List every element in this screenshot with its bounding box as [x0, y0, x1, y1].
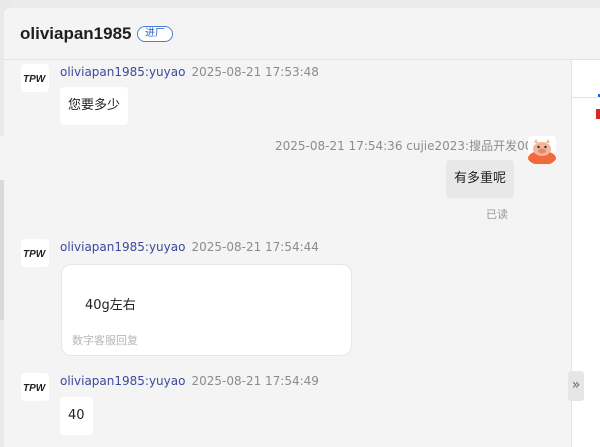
- svg-text:TPW: TPW: [23, 249, 47, 260]
- sender-name[interactable]: oliviapan1985:yuyao: [60, 65, 185, 79]
- outgoing-message-meta: 2025-08-21 17:54:36 cujie2023:搜品开发007: [275, 139, 541, 153]
- message-meta: oliviapan1985:yuyao 2025-08-21 17:54:49: [60, 374, 319, 388]
- tpw-logo-icon[interactable]: TPW: [21, 64, 49, 92]
- double-chevron-right-icon[interactable]: »: [568, 371, 584, 401]
- svg-text:TPW: TPW: [23, 383, 47, 394]
- message-meta: oliviapan1985:yuyao 2025-08-21 17:53:48: [60, 65, 319, 79]
- sender-name[interactable]: oliviapan1985:yuyao: [60, 374, 185, 388]
- card-message-text: 40g左右: [85, 298, 136, 313]
- svg-text:TPW: TPW: [23, 74, 47, 85]
- chat-header: oliviapan1985 进厂: [4, 8, 600, 60]
- flag-icon[interactable]: [596, 109, 600, 119]
- contact-tag-badge: 进厂: [137, 26, 173, 42]
- message-time: 2025-08-21 17:54:49: [191, 374, 319, 388]
- message-bubble[interactable]: 您要多少: [60, 87, 129, 125]
- chat-app: oliviapan1985 进厂 TPW oliviapan1985:yuyao…: [0, 0, 600, 447]
- pig-avatar-icon[interactable]: [528, 136, 556, 164]
- message-card[interactable]: 40g左右 数字客服回复: [61, 264, 352, 356]
- sender-name[interactable]: oliviapan1985:yuyao: [60, 240, 185, 254]
- message-bubble[interactable]: 40: [60, 397, 93, 435]
- auto-reply-note: 数字客服回复: [72, 334, 138, 347]
- message-time: 2025-08-21 17:54:44: [191, 240, 319, 254]
- outgoing-message-bubble[interactable]: 有多重呢: [446, 160, 515, 198]
- message-meta: oliviapan1985:yuyao 2025-08-21 17:54:44: [60, 240, 319, 254]
- contact-name[interactable]: oliviapan1985: [20, 24, 132, 44]
- side-panel-divider: [572, 97, 600, 98]
- message-time: 2025-08-21 17:53:48: [191, 65, 319, 79]
- read-status: 已读: [486, 208, 508, 221]
- tpw-logo-icon[interactable]: TPW: [21, 239, 49, 267]
- tpw-logo-icon[interactable]: TPW: [21, 373, 49, 401]
